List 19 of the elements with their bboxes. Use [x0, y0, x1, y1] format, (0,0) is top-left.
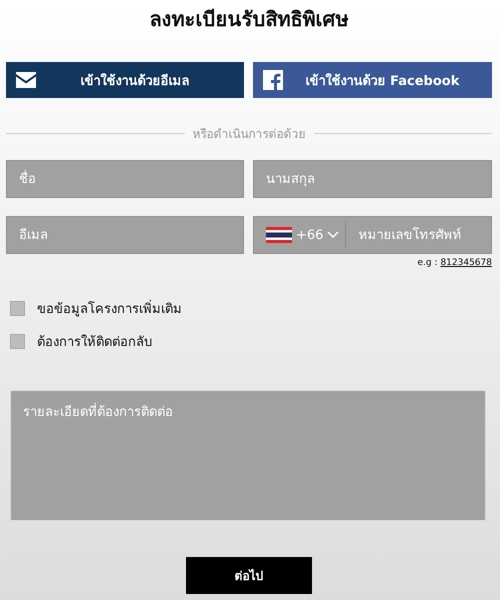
- example-label: e.g :: [417, 258, 438, 268]
- checkbox[interactable]: [10, 301, 25, 316]
- details-textarea[interactable]: รายละเอียดที่ต้องการติดต่อ: [10, 390, 486, 521]
- checkbox-label: ขอข้อมูลโครงการเพิ่มเติม: [37, 298, 182, 319]
- facebook-login-button[interactable]: เข้าใช้งานด้วย Facebook: [253, 62, 492, 98]
- email-login-button[interactable]: เข้าใช้งานด้วยอีเมล: [6, 62, 244, 98]
- checkbox-label: ต้องการให้ติดต่อกลับ: [37, 334, 152, 352]
- facebook-icon: [263, 70, 283, 90]
- envelope-icon: [16, 72, 36, 88]
- email-field[interactable]: อีเมล: [6, 216, 244, 254]
- flag-icon: [266, 227, 292, 243]
- page-title: ลงทะเบียนรับสิทธิพิเศษ: [148, 6, 350, 33]
- checkbox[interactable]: [10, 334, 25, 349]
- example-phone-number: 812345678: [440, 258, 492, 268]
- last-name-field[interactable]: นามสกุล: [253, 160, 492, 198]
- first-name-field[interactable]: ชื่อ: [6, 160, 244, 198]
- next-button[interactable]: ต่อไป: [186, 557, 312, 594]
- divider-text: หรือดำเนินการต่อด้วย: [192, 126, 306, 143]
- chevron-down-icon: [327, 231, 340, 239]
